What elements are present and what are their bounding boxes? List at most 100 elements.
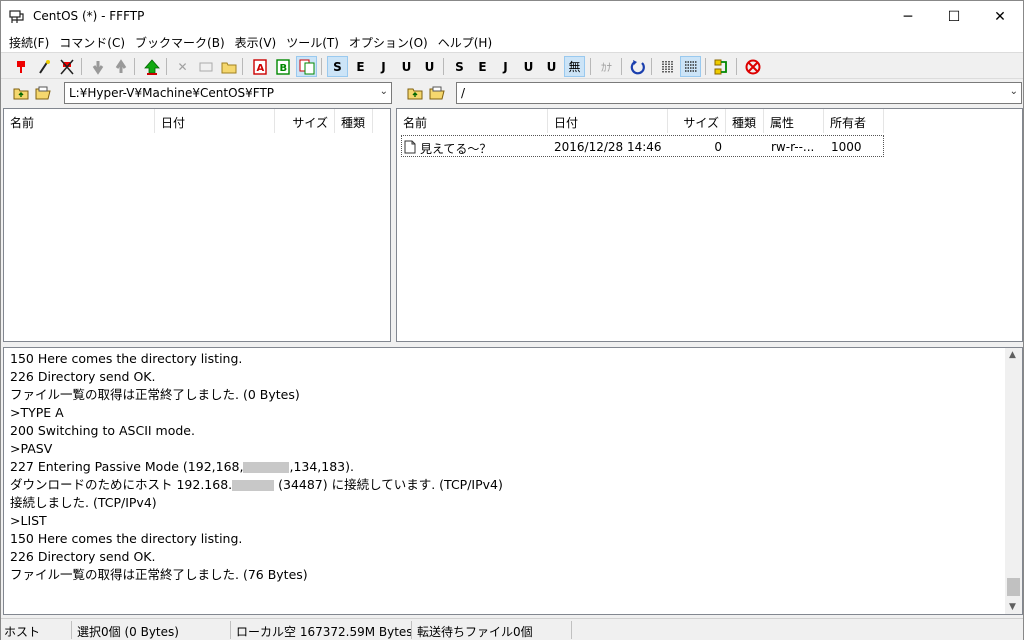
remote-path-bar: / ⌄ — [397, 81, 1023, 105]
file-attr: rw-r--... — [771, 140, 815, 154]
remote-col-attr[interactable]: 属性 — [764, 109, 824, 133]
local-col-size[interactable]: サイズ — [275, 109, 335, 133]
remote-path-combo[interactable]: / ⌄ — [456, 82, 1022, 104]
remote-path-value: / — [461, 86, 466, 100]
toolbar-separator — [736, 58, 737, 75]
no-conversion-button[interactable]: 無 — [564, 56, 585, 77]
detail-view-icon[interactable] — [680, 56, 701, 77]
remote-up-folder-icon[interactable] — [405, 83, 425, 103]
status-local-free: ローカル空 167372.59M Bytes — [236, 625, 413, 639]
menu-tools[interactable]: ツール(T) — [282, 32, 343, 52]
remote-kanji-sjis-button[interactable]: S — [449, 56, 470, 77]
local-path-combo[interactable]: L:¥Hyper-V¥Machine¥CentOS¥FTP ⌄ — [64, 82, 392, 104]
auto-mode-icon[interactable] — [296, 56, 317, 77]
download-icon[interactable] — [87, 56, 108, 77]
toolbar-separator — [621, 58, 622, 75]
kana-convert-button[interactable]: ｶﾅ — [596, 56, 617, 77]
close-button[interactable]: ✕ — [977, 1, 1023, 32]
list-view-icon[interactable] — [657, 56, 678, 77]
log-line: 226 Directory send OK. — [10, 369, 156, 384]
toolbar-separator — [705, 58, 706, 75]
remote-col-date[interactable]: 日付 — [548, 109, 668, 133]
menu-command[interactable]: コマンド(C) — [55, 32, 129, 52]
local-file-list[interactable]: 名前 日付 サイズ 種類 — [3, 108, 391, 342]
log-text: 227 Entering Passive Mode (192,168, — [10, 459, 244, 474]
binary-mode-icon[interactable]: B — [272, 56, 293, 77]
quick-connect-icon[interactable] — [33, 56, 54, 77]
status-separator — [71, 621, 72, 639]
rename-icon[interactable] — [195, 56, 216, 77]
kanji-utf8bom-button[interactable]: U — [419, 56, 440, 77]
local-up-folder-icon[interactable] — [11, 83, 31, 103]
menu-help[interactable]: ヘルプ(H) — [434, 32, 496, 52]
remote-kanji-euc-button[interactable]: E — [472, 56, 493, 77]
remote-col-name[interactable]: 名前 — [397, 109, 548, 133]
log-line: 接続しました. (TCP/IPv4) — [10, 495, 157, 510]
menu-view[interactable]: 表示(V) — [231, 32, 281, 52]
scroll-down-icon[interactable]: ▼ — [1009, 602, 1016, 612]
kanji-sjis-button[interactable]: S — [327, 56, 348, 77]
local-col-name[interactable]: 名前 — [4, 109, 155, 133]
log-text: ダウンロードのためにホスト 192.168. — [10, 477, 233, 492]
toolbar-separator — [651, 58, 652, 75]
remote-col-owner[interactable]: 所有者 — [824, 109, 884, 133]
local-col-date[interactable]: 日付 — [155, 109, 275, 133]
new-folder-icon[interactable] — [218, 56, 239, 77]
delete-icon[interactable]: ✕ — [172, 56, 193, 77]
file-date: 2016/12/28 14:46 — [554, 140, 662, 154]
remote-kanji-jis-button[interactable]: J — [495, 56, 516, 77]
file-name: 見えてる～？ — [420, 142, 492, 156]
local-col-type[interactable]: 種類 — [335, 109, 373, 133]
chevron-down-icon[interactable]: ⌄ — [380, 86, 388, 97]
menu-connect[interactable]: 接続(F) — [5, 32, 53, 52]
svg-text:A: A — [256, 63, 264, 74]
window-title: CentOS (*) - FFFTP — [33, 9, 145, 23]
ascii-mode-icon[interactable]: A — [249, 56, 270, 77]
kanji-euc-button[interactable]: E — [350, 56, 371, 77]
disconnect-icon[interactable] — [56, 56, 77, 77]
menu-bookmark[interactable]: ブックマーク(B) — [131, 32, 229, 52]
chevron-down-icon[interactable]: ⌄ — [1010, 86, 1018, 97]
scroll-thumb[interactable] — [1007, 578, 1020, 596]
abort-icon[interactable] — [742, 56, 763, 77]
maximize-button[interactable]: ☐ — [931, 1, 977, 32]
sync-folders-icon[interactable] — [711, 56, 732, 77]
menu-options[interactable]: オプション(O) — [345, 32, 432, 52]
svg-text:B: B — [279, 63, 287, 74]
upload-icon[interactable] — [110, 56, 131, 77]
remote-kanji-utf8bom-button[interactable]: U — [541, 56, 562, 77]
remote-open-folder-icon[interactable] — [427, 83, 447, 103]
refresh-icon[interactable] — [627, 56, 648, 77]
ffftp-window: CentOS (*) - FFFTP ─ ☐ ✕ 接続(F) コマンド(C) ブ… — [0, 0, 1024, 640]
title-bar: CentOS (*) - FFFTP ─ ☐ ✕ — [1, 1, 1023, 32]
file-owner: 1000 — [831, 140, 862, 154]
file-icon — [404, 140, 416, 154]
toolbar-separator — [443, 58, 444, 75]
table-row[interactable]: 見えてる～？ 2016/12/28 14:46 0 rw-r--... 1000 — [401, 135, 884, 157]
status-separator — [230, 621, 231, 639]
toolbar: ✕ A B S E J U U S E J U U 無 ｶﾅ — [1, 52, 1023, 79]
log-line: >PASV — [10, 441, 53, 456]
mirror-upload-icon[interactable] — [141, 56, 162, 77]
local-open-folder-icon[interactable] — [33, 83, 53, 103]
log-panel[interactable]: 150 Here comes the directory listing. 22… — [3, 347, 1023, 615]
file-size: 0 — [714, 140, 722, 154]
connect-icon[interactable] — [10, 56, 31, 77]
kanji-jis-button[interactable]: J — [373, 56, 394, 77]
remote-col-size[interactable]: サイズ — [668, 109, 726, 133]
remote-kanji-utf8n-button[interactable]: U — [518, 56, 539, 77]
status-queue: 転送待ちファイル0個 — [417, 625, 533, 639]
toolbar-separator — [166, 58, 167, 75]
kanji-utf8n-button[interactable]: U — [396, 56, 417, 77]
scroll-up-icon[interactable]: ▲ — [1009, 350, 1016, 360]
minimize-button[interactable]: ─ — [885, 1, 931, 32]
log-line: 150 Here comes the directory listing. — [10, 351, 243, 366]
toolbar-separator — [321, 58, 322, 75]
status-bar: ホスト 選択0個 (0 Bytes) ローカル空 167372.59M Byte… — [1, 618, 1023, 640]
log-line: >TYPE A — [10, 405, 64, 420]
remote-file-list[interactable]: 名前 日付 サイズ 種類 属性 所有者 見えてる～？ 2016/12/28 14… — [396, 108, 1023, 342]
log-line: 200 Switching to ASCII mode. — [10, 423, 195, 438]
toolbar-separator — [590, 58, 591, 75]
log-scrollbar[interactable]: ▲ ▼ — [1005, 348, 1022, 614]
remote-col-type[interactable]: 種類 — [726, 109, 764, 133]
